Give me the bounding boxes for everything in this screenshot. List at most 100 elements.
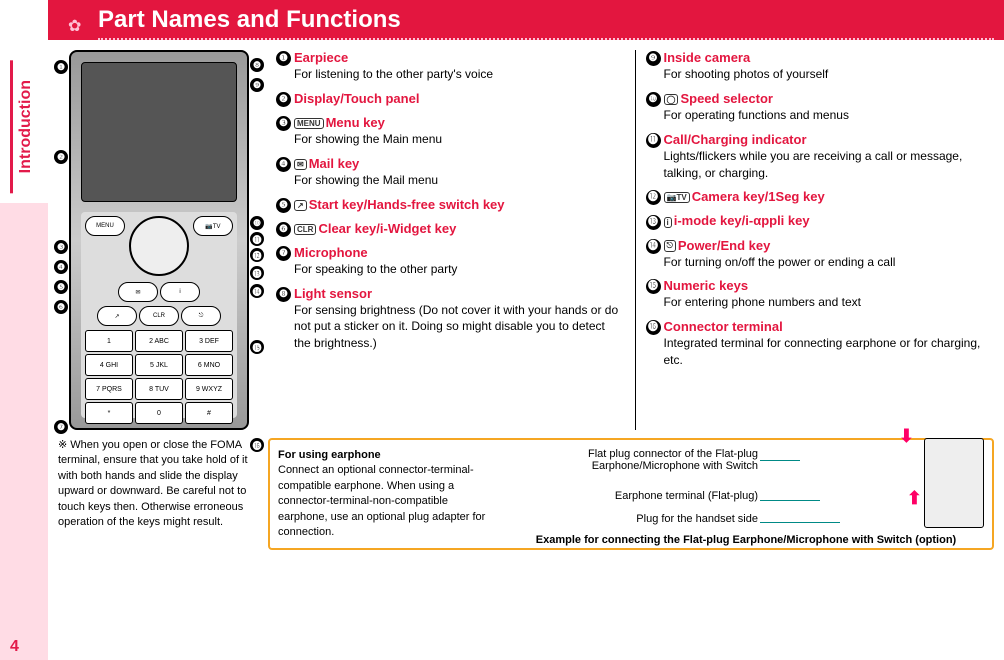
item-bullet: ⓰ xyxy=(646,320,661,335)
earphone-diagram: Flat plug connector of the Flat-plug Ear… xyxy=(508,448,984,540)
marker-16: ⓰ xyxy=(250,438,264,452)
item-desc: Lights/flickers while you are receiving … xyxy=(664,148,995,182)
part-item: ⓫Call/Charging indicatorLights/flickers … xyxy=(646,132,995,182)
earphone-label-1: Flat plug connector of the Flat-plug Ear… xyxy=(508,448,758,472)
margin-bg xyxy=(0,203,48,660)
description-column-2: ❾Inside cameraFor shooting photos of you… xyxy=(635,50,995,430)
item-desc: Integrated terminal for connecting earph… xyxy=(664,335,995,369)
page-number: 4 xyxy=(10,638,19,656)
key-icon: ⎋ xyxy=(664,240,676,252)
marker-2: ❷ xyxy=(54,150,68,164)
page-title: Part Names and Functions xyxy=(98,6,994,34)
item-title: Numeric keys xyxy=(664,278,749,293)
item-bullet: ⓫ xyxy=(646,133,661,148)
part-item: ⓰Connector terminalIntegrated terminal f… xyxy=(646,319,995,369)
phone-screen xyxy=(81,62,237,202)
item-title: Light sensor xyxy=(294,286,372,301)
item-desc: For listening to the other party's voice xyxy=(294,66,625,83)
item-title: Microphone xyxy=(294,245,368,260)
marker-1: ❶ xyxy=(54,60,68,74)
part-item: ❿◯Speed selectorFor operating functions … xyxy=(646,91,995,124)
item-bullet: ❽ xyxy=(276,287,291,302)
marker-14: ⓮ xyxy=(250,284,264,298)
phone-illustration: MENU📷TV ✉i ↗CLR⎋ 12 ABC3 DEF 4 GHI5 JKL6… xyxy=(69,50,249,430)
item-title: Earpiece xyxy=(294,50,348,65)
phone-keypad: MENU📷TV ✉i ↗CLR⎋ 12 ABC3 DEF 4 GHI5 JKL6… xyxy=(81,212,237,418)
earphone-caption: Example for connecting the Flat-plug Ear… xyxy=(508,534,984,546)
item-desc: For sensing brightness (Do not cover it … xyxy=(294,302,625,352)
marker-13: ⓭ xyxy=(250,266,264,280)
leader-line xyxy=(760,500,820,501)
part-item: ⓮⎋Power/End keyFor turning on/off the po… xyxy=(646,238,995,271)
mini-phone-illustration xyxy=(924,438,984,528)
marker-11: ⓫ xyxy=(250,232,264,246)
part-item: ❾Inside cameraFor shooting photos of you… xyxy=(646,50,995,83)
item-bullet: ❶ xyxy=(276,51,291,66)
item-bullet: ❻ xyxy=(276,222,291,237)
marker-12: ⓬ xyxy=(250,248,264,262)
earphone-label-2: Earphone terminal (Flat-plug) xyxy=(578,490,758,502)
item-bullet: ❹ xyxy=(276,157,291,172)
key-icon: CLR xyxy=(294,224,316,235)
item-title: Inside camera xyxy=(664,50,751,65)
key-icon: MENU xyxy=(294,118,324,129)
part-item: ❼MicrophoneFor speaking to the other par… xyxy=(276,245,625,278)
marker-6: ❻ xyxy=(54,300,68,314)
item-bullet: ❸ xyxy=(276,116,291,131)
item-title: Start key/Hands-free switch key xyxy=(309,197,505,212)
earphone-label-3: Plug for the handset side xyxy=(603,513,758,525)
marker-5: ❺ xyxy=(54,280,68,294)
item-desc: For shooting photos of yourself xyxy=(664,66,995,83)
note-text: When you open or close the FOMA terminal… xyxy=(58,439,248,528)
flower-icon: ✿ xyxy=(68,16,81,36)
earphone-text: Connect an optional connector-terminal-c… xyxy=(278,463,498,540)
marker-8: ❽ xyxy=(250,58,264,72)
item-bullet: ⓯ xyxy=(646,279,661,294)
earphone-title: For using earphone xyxy=(278,448,498,463)
section-tab: Introduction xyxy=(10,60,39,193)
item-bullet: ❾ xyxy=(646,51,661,66)
item-desc: For operating functions and menus xyxy=(664,107,995,124)
item-title: Speed selector xyxy=(680,91,773,106)
item-bullet: ❺ xyxy=(276,198,291,213)
item-title: Call/Charging indicator xyxy=(664,132,807,147)
part-item: ❹✉Mail keyFor showing the Mail menu xyxy=(276,156,625,189)
leader-line xyxy=(760,522,840,523)
item-title: Camera key/1Seg key xyxy=(692,189,825,204)
marker-9: ❾ xyxy=(250,78,264,92)
item-bullet: ❼ xyxy=(276,246,291,261)
item-bullet: ❷ xyxy=(276,92,291,107)
item-desc: For showing the Mail menu xyxy=(294,172,625,189)
item-desc: For turning on/off the power or ending a… xyxy=(664,254,995,271)
item-bullet: ⓬ xyxy=(646,190,661,205)
part-item: ❻CLRClear key/i-Widget key xyxy=(276,221,625,237)
item-desc: For speaking to the other party xyxy=(294,261,625,278)
part-item: ⓭ii-mode key/i-αppli key xyxy=(646,213,995,229)
key-icon: ✉ xyxy=(294,159,307,170)
item-title: Power/End key xyxy=(678,238,770,253)
item-title: i-mode key/i-αppli key xyxy=(674,213,810,228)
part-item: ❶EarpieceFor listening to the other part… xyxy=(276,50,625,83)
header-divider xyxy=(98,38,994,40)
marker-3: ❸ xyxy=(54,240,68,254)
leader-line xyxy=(760,460,800,461)
item-title: Connector terminal xyxy=(664,319,783,334)
part-item: ❺↗Start key/Hands-free switch key xyxy=(276,197,625,213)
part-item: ⓯Numeric keysFor entering phone numbers … xyxy=(646,278,995,311)
item-bullet: ⓭ xyxy=(646,215,661,230)
key-icon: 📷TV xyxy=(664,192,690,203)
item-title: Display/Touch panel xyxy=(294,91,419,106)
part-item: ❸MENUMenu keyFor showing the Main menu xyxy=(276,115,625,148)
key-icon: i xyxy=(664,217,672,228)
item-bullet: ❿ xyxy=(646,92,661,107)
earphone-info-box: For using earphone Connect an optional c… xyxy=(268,438,994,550)
note-symbol: ※ xyxy=(58,439,67,451)
marker-15: ⓯ xyxy=(250,340,264,354)
part-item: ❽Light sensorFor sensing brightness (Do … xyxy=(276,286,625,352)
footnote: ※ When you open or close the FOMA termin… xyxy=(58,438,258,550)
item-title: Menu key xyxy=(326,115,385,130)
marker-7: ❼ xyxy=(54,420,68,434)
arrow-up-icon: ⬆ xyxy=(907,488,922,509)
item-title: Mail key xyxy=(309,156,360,171)
part-item: ❷Display/Touch panel xyxy=(276,91,625,107)
